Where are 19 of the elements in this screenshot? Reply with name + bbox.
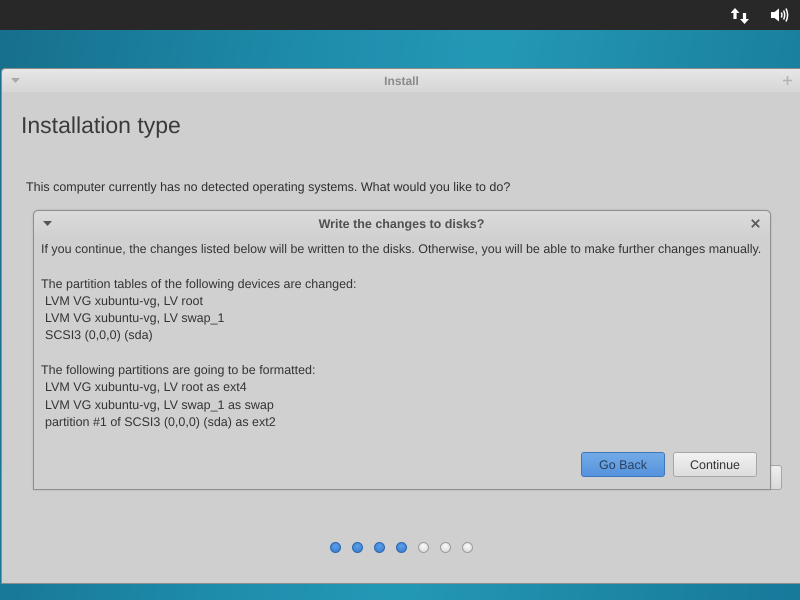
change-entry: LVM VG xubuntu-vg, LV root bbox=[45, 292, 203, 310]
change-entry: LVM VG xubuntu-vg, LV root as ext4 bbox=[45, 379, 247, 396]
change-entry: SCSI3 (0,0,0) (sda) bbox=[45, 327, 153, 344]
message-text: If you continue, the changes listed below will be written to the disks. Otherwise, you will be able to make further changes manually. bbox=[41, 241, 762, 258]
up-down-arrows-icon[interactable] bbox=[731, 8, 749, 24]
section-heading: The following partitions are going to be formatted: bbox=[41, 362, 316, 380]
change-entry: LVM VG xubuntu-vg, LV swap_1 as swap bbox=[45, 396, 274, 414]
dialog-button[interactable]: Go Back bbox=[581, 452, 665, 477]
section-heading: The partition tables of the following devices are changed: bbox=[41, 276, 356, 293]
window-title: Install bbox=[384, 74, 419, 88]
question-text: This computer currently has no detected operating systems. What would you like to do? bbox=[26, 180, 510, 195]
page-heading: Installation type bbox=[21, 112, 181, 138]
dialog-title: Write the changes to disks? bbox=[318, 216, 484, 230]
close-icon[interactable] bbox=[751, 219, 760, 228]
speaker-icon[interactable] bbox=[770, 7, 790, 23]
change-entry: partition #1 of SCSI3 (0,0,0) (sda) as ext2 bbox=[45, 414, 276, 431]
dialog-button[interactable]: Continue bbox=[673, 452, 757, 477]
change-entry: LVM VG xubuntu-vg, LV swap_1 bbox=[45, 310, 224, 328]
caret-icon[interactable] bbox=[43, 221, 52, 226]
